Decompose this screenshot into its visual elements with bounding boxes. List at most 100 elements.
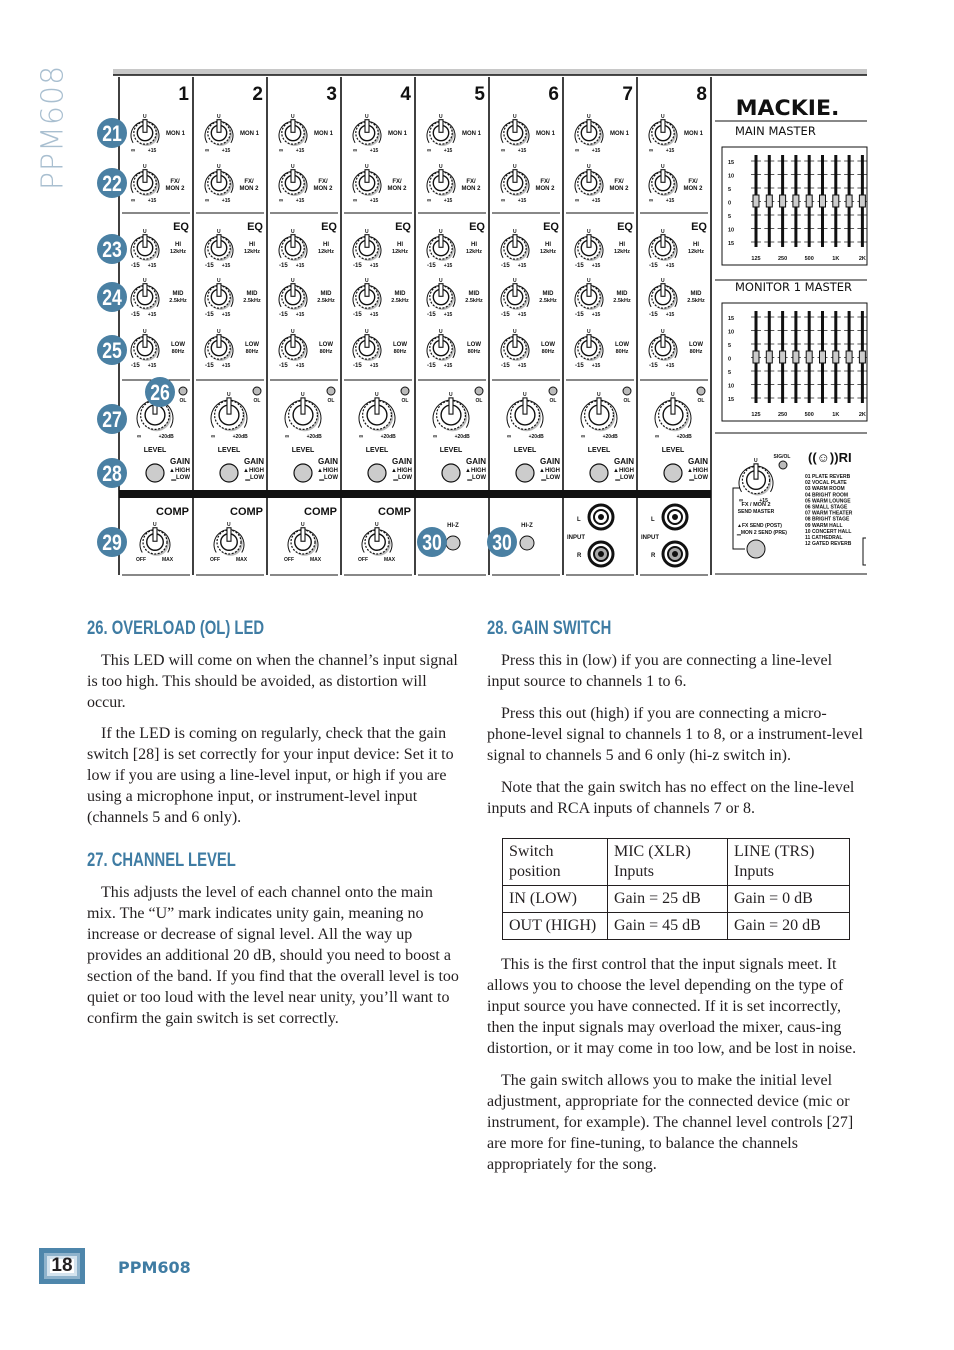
hiz-switch[interactable] — [445, 535, 461, 551]
low-eq-knob[interactable] — [648, 334, 678, 361]
eq-fader-handle[interactable] — [845, 194, 853, 208]
level-knob[interactable] — [432, 397, 470, 432]
fx-mon2-knob[interactable] — [500, 169, 530, 196]
rca-input-jack[interactable] — [587, 540, 615, 568]
gain-label: GAIN — [392, 457, 412, 466]
level-knob[interactable] — [284, 397, 322, 432]
mon1-knob[interactable] — [648, 119, 678, 146]
fx-mon2-knob[interactable] — [278, 169, 308, 196]
gain-switch-button[interactable] — [145, 463, 165, 483]
gain-switch-button[interactable] — [589, 463, 609, 483]
eq-fader-handle[interactable] — [819, 194, 826, 208]
low-eq-knob[interactable] — [352, 334, 382, 361]
mid-eq-knob[interactable] — [648, 283, 678, 310]
knob-max-label: +15 — [592, 263, 601, 269]
low-eq-label: LOW — [171, 342, 185, 348]
mid-eq-knob[interactable] — [500, 283, 530, 310]
mon1-knob[interactable] — [574, 119, 604, 146]
knob-max-label: +15 — [296, 263, 305, 269]
level-knob[interactable] — [580, 397, 618, 432]
eq-fader-handle[interactable] — [805, 350, 813, 364]
rca-input-jack[interactable] — [661, 540, 689, 568]
eq-fader-handle[interactable] — [858, 350, 866, 364]
fx-mon2-knob[interactable] — [648, 169, 678, 196]
eq-fader-handle[interactable] — [805, 194, 813, 208]
eq-fader-handle[interactable] — [792, 194, 800, 208]
hiz-switch[interactable] — [519, 535, 535, 551]
fx-mon2-knob[interactable] — [352, 169, 382, 196]
level-knob[interactable] — [210, 397, 248, 432]
fx-mon2-label: FX/ — [688, 179, 698, 185]
mon1-knob[interactable] — [204, 119, 234, 146]
mid-eq-knob[interactable] — [204, 283, 234, 310]
mid-eq-knob[interactable] — [278, 283, 308, 310]
eq-fader-handle[interactable] — [779, 194, 787, 208]
fx-mon2-knob[interactable] — [204, 169, 234, 196]
hi-eq-knob[interactable] — [204, 234, 234, 261]
eq-fader-handle[interactable] — [792, 350, 800, 364]
low-eq-knob[interactable] — [426, 334, 456, 361]
low-eq-knob[interactable] — [574, 334, 604, 361]
send-master-knob[interactable] — [738, 463, 774, 496]
knob-pointer — [364, 169, 370, 183]
eq-fader-handle[interactable] — [752, 350, 760, 364]
eq-fader-handle[interactable] — [819, 350, 826, 364]
comp-knob[interactable] — [213, 527, 245, 556]
low-eq-knob[interactable] — [500, 334, 530, 361]
hi-eq-knob[interactable] — [574, 234, 604, 261]
fx-mon2-knob[interactable] — [130, 169, 160, 196]
knob-min-label: -15 — [353, 312, 362, 318]
mid-eq-knob[interactable] — [574, 283, 604, 310]
knob-pointer — [216, 234, 222, 248]
mid-eq-knob[interactable] — [426, 283, 456, 310]
fx-mon2-knob[interactable] — [574, 169, 604, 196]
gain-switch-button[interactable] — [293, 463, 313, 483]
mid-eq-knob[interactable] — [130, 283, 160, 310]
mon1-label: MON 1 — [240, 131, 260, 137]
knob-pointer — [290, 119, 296, 133]
knob-min-label: -15 — [501, 363, 510, 369]
hi-eq-knob[interactable] — [500, 234, 530, 261]
gain-switch-button[interactable] — [367, 463, 387, 483]
low-eq-knob[interactable] — [204, 334, 234, 361]
low-eq-knob[interactable] — [278, 334, 308, 361]
hi-eq-knob[interactable] — [648, 234, 678, 261]
eq-fader-handle[interactable] — [779, 350, 787, 364]
mid-eq-knob[interactable] — [352, 283, 382, 310]
gain-switch-button[interactable] — [663, 463, 683, 483]
mon1-knob[interactable] — [130, 119, 160, 146]
level-knob[interactable] — [358, 397, 396, 432]
eq-freq-label: 2K — [859, 412, 866, 418]
level-knob[interactable] — [506, 397, 544, 432]
comp-knob[interactable] — [287, 527, 319, 556]
sig-ol-label: SIG/OL — [774, 454, 791, 460]
hi-eq-knob[interactable] — [352, 234, 382, 261]
hi-eq-knob[interactable] — [426, 234, 456, 261]
comp-knob[interactable] — [139, 527, 171, 556]
low-eq-knob[interactable] — [130, 334, 160, 361]
fx-mon2-knob[interactable] — [426, 169, 456, 196]
eq-fader-handle[interactable] — [765, 194, 773, 208]
rca-input-jack[interactable] — [587, 503, 615, 531]
eq-fader-handle[interactable] — [858, 194, 866, 208]
gain-switch-button[interactable] — [219, 463, 239, 483]
level-knob[interactable] — [654, 397, 692, 432]
hi-eq-knob[interactable] — [278, 234, 308, 261]
mon1-knob[interactable] — [500, 119, 530, 146]
eq-fader-handle[interactable] — [752, 194, 760, 208]
eq-fader-handle[interactable] — [765, 350, 773, 364]
mon1-knob[interactable] — [278, 119, 308, 146]
rca-input-jack[interactable] — [661, 503, 689, 531]
fx-mon2-switch[interactable] — [746, 539, 766, 559]
comp-knob[interactable] — [361, 527, 393, 556]
eq-fader-handle[interactable] — [832, 194, 840, 208]
unity-mark-label: U — [217, 278, 221, 284]
hi-eq-freq-label: 12kHz — [688, 249, 704, 255]
mon1-knob[interactable] — [426, 119, 456, 146]
gain-switch-button[interactable] — [441, 463, 461, 483]
eq-fader-handle[interactable] — [845, 350, 853, 364]
gain-switch-button[interactable] — [515, 463, 535, 483]
mon1-knob[interactable] — [352, 119, 382, 146]
hi-eq-knob[interactable] — [130, 234, 160, 261]
eq-fader-handle[interactable] — [832, 350, 840, 364]
